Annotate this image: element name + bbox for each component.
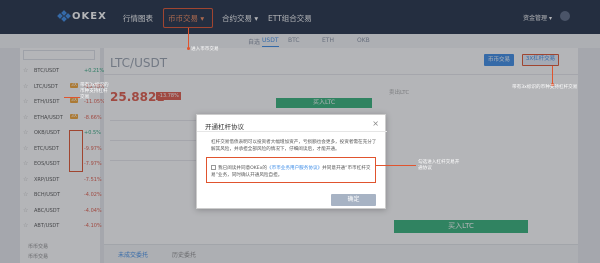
annotation-modal: 勾选进入杠杆交易开通协议: [418, 160, 460, 171]
modal-title: 开通杠杆协议: [205, 123, 244, 131]
annotation-line-left: [64, 97, 80, 98]
close-icon[interactable]: ×: [372, 119, 379, 128]
annotation-left: 带有3x标识的币种支持杠杆交易: [80, 83, 109, 100]
annotation-line-right: [552, 66, 553, 84]
confirm-button[interactable]: 确定: [331, 194, 376, 206]
modal-divider: [197, 131, 387, 132]
modal-body-text: 杠杆交易借债表明可以投资者大幅增加资产，亏损额也会更多，投资者需在充分了解其风险…: [211, 140, 377, 152]
annotation-nav: 进入币币交易: [191, 47, 219, 52]
highlight-box-modal: [206, 157, 376, 183]
annotation-right: 带有3x标识的币种支持杠杆交易: [512, 85, 578, 90]
annotation-dot-nav: [187, 47, 190, 50]
annotation-line-modal: [376, 165, 416, 166]
annotation-line-nav: [188, 28, 189, 48]
